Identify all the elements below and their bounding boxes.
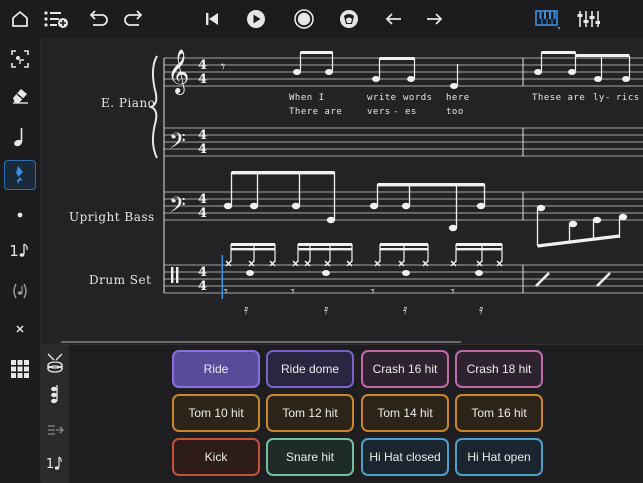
svg-text:𝄾: 𝄾	[221, 57, 225, 76]
pad-label: Hi Hat closed	[369, 450, 441, 464]
score-canvas[interactable]: E. Piano Upright Bass Drum Set 𝄞 𝄢 𝄢 44 …	[41, 38, 643, 344]
svg-text:𝄾: 𝄾	[224, 284, 228, 300]
pad-crash-18-hit[interactable]: Crash 18 hit	[455, 350, 543, 388]
metronome-icon[interactable]	[335, 5, 363, 33]
drum-pad-panel: 1 Ride Ride dome Crash 16 hit Crash 18 h…	[41, 344, 643, 483]
dot-icon[interactable]	[4, 200, 36, 230]
top-toolbar	[0, 0, 643, 39]
lyric: write	[367, 93, 397, 103]
svg-text:4: 4	[198, 72, 207, 87]
pad-ride-dome[interactable]: Ride dome	[266, 350, 354, 388]
svg-text:𝄢: 𝄢	[169, 193, 186, 223]
tuplet-label: 1	[9, 242, 19, 260]
lyric: words	[403, 93, 433, 103]
play-icon[interactable]	[242, 5, 270, 33]
tuplet-small-icon[interactable]: 1	[45, 451, 65, 477]
lyric: When I	[289, 93, 325, 103]
svg-text:𝄢: 𝄢	[169, 129, 186, 159]
eraser-icon[interactable]	[4, 80, 36, 110]
arrow-right-icon[interactable]	[420, 5, 448, 33]
undo-icon[interactable]	[84, 5, 112, 33]
mixer-icon[interactable]	[574, 5, 602, 33]
pad-tom-10-hit[interactable]: Tom 10 hit	[172, 394, 260, 432]
tuplet-icon[interactable]: 1	[4, 236, 36, 266]
pad-snare-hit[interactable]: Snare hit	[266, 438, 354, 476]
lyric: too	[446, 107, 464, 117]
svg-text:4: 4	[198, 265, 207, 280]
svg-text:𝄞: 𝄞	[167, 49, 189, 95]
svg-text:4: 4	[198, 206, 207, 221]
svg-text:𝄿: 𝄿	[244, 302, 249, 318]
lyric: There are	[289, 107, 343, 117]
pad-label: Crash 18 hit	[466, 362, 532, 376]
staff-notation: 𝄞 𝄢 𝄢 44 44 44 44 𝄾 𝄾𝄿 𝄾𝄿 𝄾𝄿 𝄾𝄿	[61, 49, 643, 343]
lyric: -	[393, 107, 399, 117]
svg-text:𝄾: 𝄾	[291, 284, 295, 300]
skip-back-icon[interactable]	[198, 5, 226, 33]
parentheses-icon[interactable]	[4, 276, 36, 306]
svg-text:𝄿: 𝄿	[479, 302, 484, 318]
pad-label: Tom 14 hit	[377, 406, 433, 420]
pad-label: Crash 16 hit	[372, 362, 438, 376]
note-stack-icon[interactable]	[45, 383, 65, 409]
drum-kit-icon[interactable]	[45, 349, 65, 375]
lyric: rics	[616, 93, 640, 103]
record-icon[interactable]	[290, 5, 318, 33]
pad-panel-sidebar: 1	[41, 345, 69, 483]
svg-text:4: 4	[198, 192, 207, 207]
pad-label: Kick	[204, 450, 228, 464]
pad-side-number: 1	[45, 456, 55, 472]
piano-keyboard-icon[interactable]	[533, 5, 561, 33]
pad-ride[interactable]: Ride	[172, 350, 260, 388]
pad-tom-12-hit[interactable]: Tom 12 hit	[266, 394, 354, 432]
tool-sidebar: 1	[0, 38, 41, 482]
pad-crash-16-hit[interactable]: Crash 16 hit	[361, 350, 449, 388]
pad-label: Tom 16 hit	[471, 406, 527, 420]
lyric: es	[405, 107, 417, 117]
redo-icon[interactable]	[120, 5, 148, 33]
pad-tom-16-hit[interactable]: Tom 16 hit	[455, 394, 543, 432]
lyric: ly-	[593, 93, 611, 103]
svg-text:𝄿: 𝄿	[403, 302, 408, 318]
svg-text:𝄾: 𝄾	[451, 284, 455, 300]
quarter-note-icon[interactable]	[4, 122, 36, 152]
svg-text:4: 4	[198, 128, 207, 143]
lyric: These are	[532, 93, 586, 103]
arrow-left-icon[interactable]	[380, 5, 408, 33]
pad-label: Ride dome	[280, 362, 340, 376]
add-list-icon[interactable]	[42, 5, 70, 33]
svg-text:𝄾: 𝄾	[371, 284, 375, 300]
grid-icon[interactable]	[4, 354, 36, 384]
svg-text:4: 4	[198, 58, 207, 73]
home-icon[interactable]	[6, 5, 34, 33]
quarter-rest-icon[interactable]	[4, 160, 36, 190]
pad-hi-hat-open[interactable]: Hi Hat open	[455, 438, 543, 476]
svg-text:4: 4	[198, 279, 207, 294]
pad-label: Tom 10 hit	[188, 406, 244, 420]
lyric: vers	[367, 107, 391, 117]
pad-tom-14-hit[interactable]: Tom 14 hit	[361, 394, 449, 432]
lyric: here	[446, 93, 470, 103]
pad-label: Hi Hat open	[467, 450, 531, 464]
svg-text:𝄿: 𝄿	[324, 302, 329, 318]
pad-hi-hat-closed[interactable]: Hi Hat closed	[361, 438, 449, 476]
pad-label: Tom 12 hit	[282, 406, 338, 420]
arrow-icon[interactable]	[45, 417, 65, 443]
close-x-icon[interactable]	[4, 314, 36, 344]
pad-kick[interactable]: Kick	[172, 438, 260, 476]
pad-label: Ride	[203, 362, 229, 376]
svg-text:4: 4	[198, 142, 207, 157]
select-tool-icon[interactable]	[4, 44, 36, 74]
pad-label: Snare hit	[285, 450, 335, 464]
